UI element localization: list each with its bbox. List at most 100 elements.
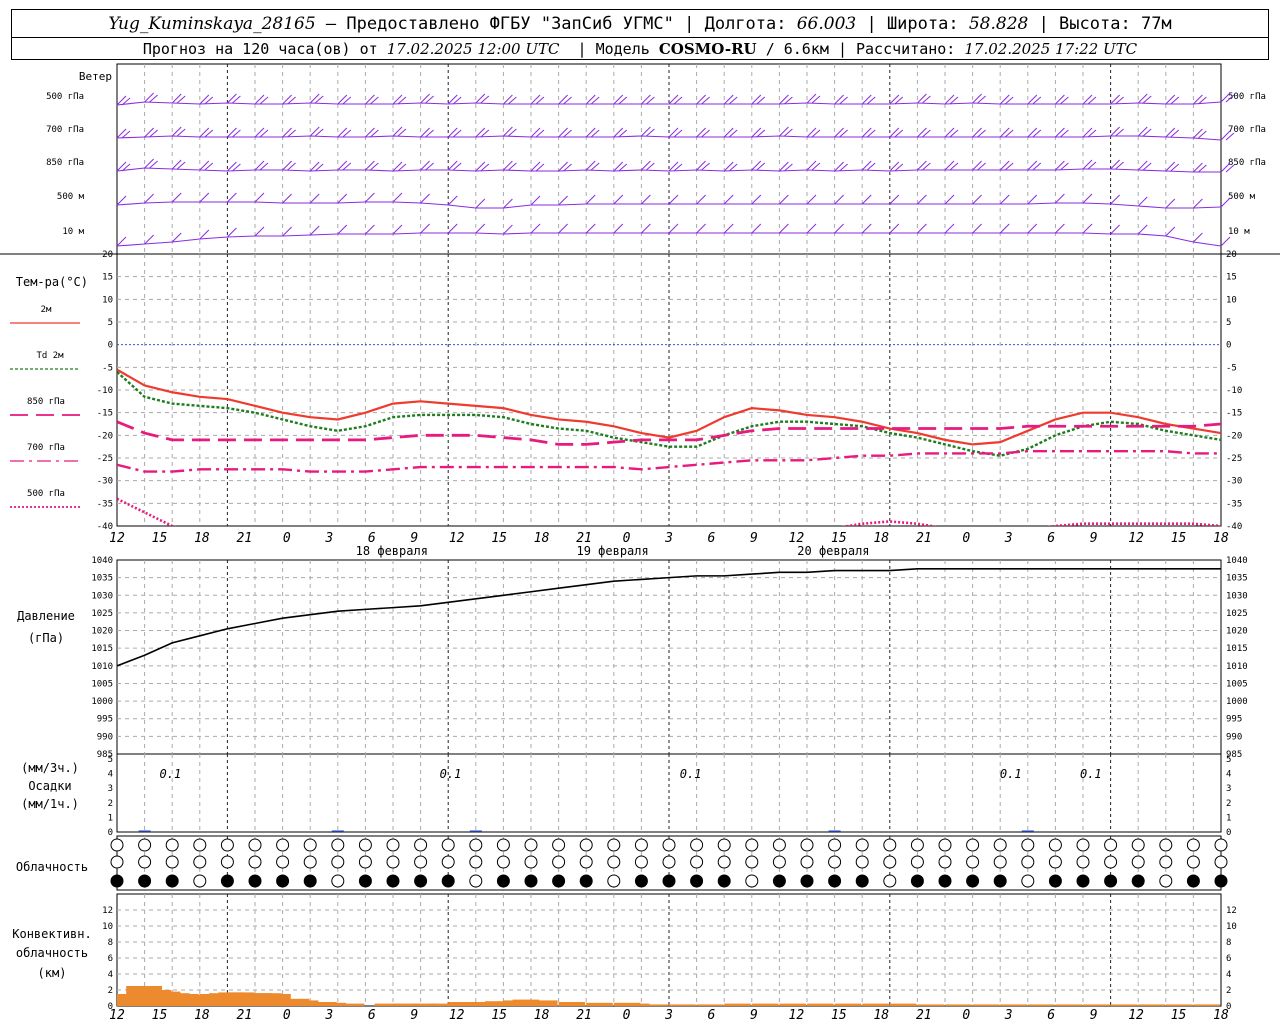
cloud-symbol	[883, 855, 897, 869]
time-tick-bottom: 12	[789, 1008, 805, 1023]
cloud-symbol	[883, 838, 897, 852]
wind-barb-1	[420, 127, 430, 138]
wind-barb-3	[447, 195, 458, 206]
wind-barb-3	[641, 194, 651, 205]
cloud-symbol	[303, 855, 317, 869]
pressure-tick-left: 1015	[91, 644, 113, 654]
conv-tick-right: 12	[1226, 906, 1237, 916]
cloud-circle	[193, 855, 207, 869]
pressure-tick-right: 990	[1226, 732, 1242, 742]
cloud-circle	[800, 855, 814, 869]
wind-barb-1	[751, 127, 762, 138]
cloud-circle	[910, 855, 924, 869]
cloud-circle	[358, 838, 372, 852]
wind-barb-0	[834, 94, 844, 105]
cloud-circle	[1159, 855, 1173, 869]
temp-legend-label: 2м	[41, 305, 52, 315]
cloud-circle	[303, 874, 317, 888]
cloud-circle	[138, 874, 152, 888]
wind-barb-4	[834, 223, 844, 234]
cloud-circle	[524, 874, 538, 888]
wind-barb-3	[779, 194, 789, 205]
cloud-circle	[607, 838, 621, 852]
cloud-circle	[772, 874, 786, 888]
cloud-symbol	[552, 874, 566, 888]
cloud-circle	[358, 874, 372, 888]
wind-barb-2	[1193, 162, 1203, 173]
cloud-circle	[1021, 874, 1035, 888]
time-tick-top: 6	[708, 531, 716, 546]
pressure-tick-right: 1030	[1226, 591, 1248, 601]
wind-barb-2	[365, 160, 375, 171]
wind-barb-2	[1027, 160, 1038, 171]
cloud-circle	[386, 838, 400, 852]
precip-amount-label: 0.1	[440, 767, 462, 781]
cloud-circle	[165, 855, 179, 869]
time-tick-bottom: 15	[831, 1008, 847, 1023]
wind-barb-3	[1027, 194, 1038, 205]
cloud-circle	[883, 838, 897, 852]
cloud-circle	[966, 874, 980, 888]
cloud-symbol	[496, 838, 510, 852]
cloud-circle	[883, 874, 897, 888]
time-tick-bottom: 3	[664, 1008, 673, 1023]
conv-title: Конвективн.	[12, 927, 91, 941]
cloud-symbol	[1186, 874, 1200, 888]
wind-barb-0	[447, 94, 458, 105]
cloud-circle	[1104, 874, 1118, 888]
wind-barb-1	[116, 128, 127, 139]
wind-barb-3	[171, 192, 182, 203]
cloud-circle	[662, 838, 676, 852]
time-tick-top: 18	[873, 531, 889, 546]
cloud-circle	[414, 838, 428, 852]
cloud-symbol	[966, 855, 980, 869]
wind-barb-4	[1193, 232, 1203, 243]
cloud-symbol	[193, 874, 207, 888]
temp-legend-label: 850 гПа	[27, 397, 65, 407]
wind-barb-4	[116, 236, 127, 247]
cloud-circle	[1076, 838, 1090, 852]
cloud-symbol	[1076, 855, 1090, 869]
wind-barb-3	[1165, 198, 1176, 209]
wind-barb-4	[1165, 226, 1176, 237]
wind-barb-0	[1193, 94, 1203, 105]
convective-bar	[889, 1003, 917, 1006]
wind-barb-0	[337, 94, 348, 105]
conv-unit: (км)	[38, 966, 67, 980]
cloud-symbol	[662, 874, 676, 888]
wind-barb-4	[1110, 224, 1120, 235]
wind-barb-2	[779, 161, 789, 172]
cloud-circle	[414, 874, 428, 888]
temp-tick-left: -5	[102, 363, 113, 373]
time-tick-bottom: 15	[1171, 1008, 1187, 1023]
wind-barb-3	[696, 194, 706, 205]
cloud-circle	[910, 874, 924, 888]
cloud-circle	[993, 874, 1007, 888]
wind-barb-0	[503, 94, 513, 105]
wind-barb-3	[530, 195, 541, 206]
pressure-tick-right: 1015	[1226, 644, 1248, 654]
cloud-symbol	[993, 874, 1007, 888]
wind-barb-1	[641, 126, 651, 137]
cloud-symbol	[662, 838, 676, 852]
temp-tick-left: -10	[97, 386, 113, 396]
wind-barb-4	[779, 223, 789, 234]
time-tick-bottom: 9	[750, 1008, 758, 1023]
wind-barb-2	[309, 161, 320, 172]
wind-barb-2	[889, 161, 900, 172]
cloud-symbol	[110, 874, 124, 888]
wind-barb-1	[972, 127, 982, 138]
cloud-circle	[524, 838, 538, 852]
cloud-circle	[552, 838, 566, 852]
wind-barb-4	[530, 223, 541, 234]
convective-bar	[1055, 1004, 1082, 1006]
time-tick-top: 18	[194, 531, 210, 546]
cloud-symbol	[248, 874, 262, 888]
cloud-circle	[828, 874, 842, 888]
precip-bar	[1021, 830, 1034, 832]
wind-barb-0	[254, 94, 265, 105]
cloud-circle	[717, 838, 731, 852]
temp-tick-left: 10	[102, 295, 113, 305]
time-tick-top: 0	[962, 531, 970, 546]
wind-barb-4	[696, 223, 706, 234]
